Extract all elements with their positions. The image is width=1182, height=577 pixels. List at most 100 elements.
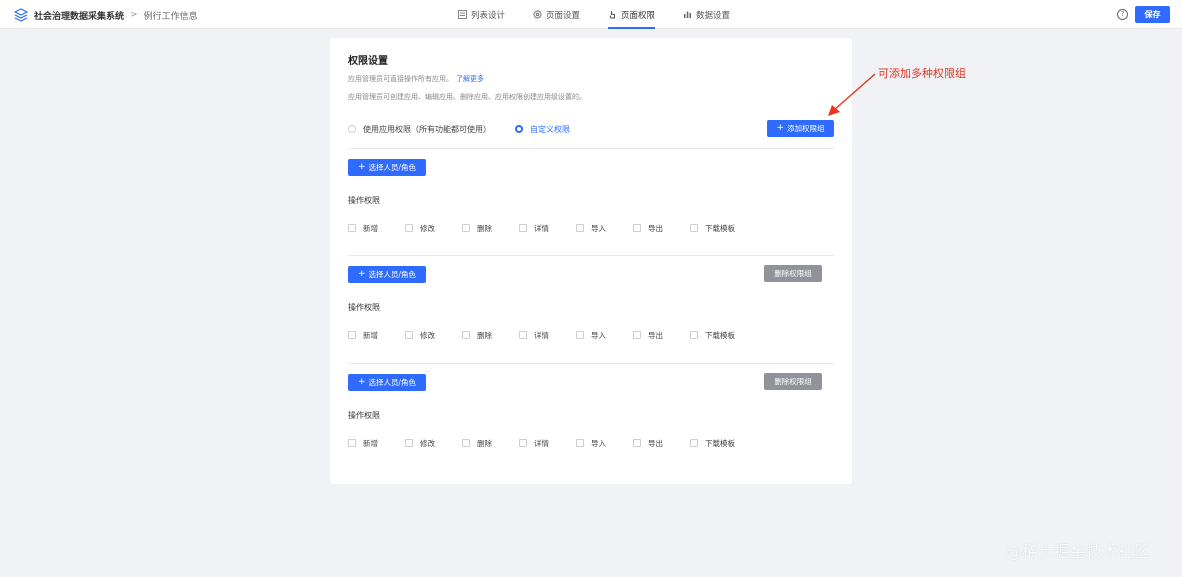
checkbox-edit[interactable]: 修改 xyxy=(405,438,462,449)
operation-permission-title: 操作权限 xyxy=(348,196,380,205)
select-member-role-button[interactable]: + 选择人员/角色 xyxy=(348,159,426,176)
checkbox-delete[interactable]: 删除 xyxy=(462,330,519,341)
checkbox-edit[interactable]: 修改 xyxy=(405,330,462,341)
select-member-role-button[interactable]: + 选择人员/角色 xyxy=(348,266,426,283)
checkbox-import[interactable]: 导入 xyxy=(576,330,633,341)
breadcrumb-separator: > xyxy=(130,10,138,20)
checkbox-label: 下载模板 xyxy=(705,438,735,448)
checkbox-detail[interactable]: 详情 xyxy=(519,223,576,234)
checkbox-label: 修改 xyxy=(420,223,435,233)
delete-permission-group-button[interactable]: 删除权限组 xyxy=(764,265,822,282)
save-button[interactable]: 保存 xyxy=(1135,6,1170,23)
checkbox[interactable] xyxy=(576,331,584,339)
delete-permission-group-button[interactable]: 删除权限组 xyxy=(764,373,822,390)
checkbox-detail[interactable]: 详情 xyxy=(519,438,576,449)
annotation-arrow-icon xyxy=(828,73,876,116)
checkbox[interactable] xyxy=(348,224,356,232)
checkbox-add[interactable]: 新增 xyxy=(348,330,405,341)
checkbox-label: 下载模板 xyxy=(705,330,735,340)
gear-icon xyxy=(533,10,542,19)
checkbox-delete[interactable]: 删除 xyxy=(462,438,519,449)
bar-chart-icon xyxy=(684,11,692,18)
select-member-role-button[interactable]: + 选择人员/角色 xyxy=(348,374,426,391)
breadcrumb-current: 例行工作信息 xyxy=(143,11,198,22)
checkbox-add[interactable]: 新增 xyxy=(348,438,405,449)
plus-icon: + xyxy=(357,269,366,279)
button-label: 添加权限组 xyxy=(787,124,825,133)
nav-tabs: 列表设计 页面设置 页面权限 数据设置 xyxy=(458,0,758,29)
checkbox-export[interactable]: 导出 xyxy=(633,330,690,341)
checkbox-label: 新增 xyxy=(363,330,378,340)
radio-custom-permission[interactable]: 自定义权限 xyxy=(515,124,570,135)
tab-page-settings[interactable]: 页面设置 xyxy=(533,0,580,29)
tab-page-permission[interactable]: 页面权限 xyxy=(608,0,656,29)
button-label: 选择人员/角色 xyxy=(368,270,417,279)
radio-circle-checked[interactable] xyxy=(515,125,523,133)
radio-label: 使用应用权限（所有功能都可使用） xyxy=(363,124,491,134)
brand[interactable]: 社会治理数据采集系统 > 例行工作信息 xyxy=(14,7,198,23)
app-title: 社会治理数据采集系统 xyxy=(34,11,125,22)
checkbox-label: 删除 xyxy=(477,330,492,340)
divider xyxy=(348,255,834,256)
plus-icon: + xyxy=(776,123,785,133)
page-title: 权限设置 xyxy=(348,56,388,67)
checkbox-edit[interactable]: 修改 xyxy=(405,223,462,234)
tab-label: 数据设置 xyxy=(696,10,731,21)
checkbox-download-template[interactable]: 下载模板 xyxy=(690,438,747,449)
checkbox-label: 详情 xyxy=(534,438,549,448)
checkbox-import[interactable]: 导入 xyxy=(576,438,633,449)
layers-icon xyxy=(14,8,28,22)
checkbox[interactable] xyxy=(348,331,356,339)
checkbox[interactable] xyxy=(690,224,698,232)
checkbox[interactable] xyxy=(690,439,698,447)
radio-circle[interactable] xyxy=(348,125,356,133)
checkbox[interactable] xyxy=(576,439,584,447)
checkbox[interactable] xyxy=(633,439,641,447)
checkbox-label: 导出 xyxy=(648,223,663,233)
checkbox-label: 修改 xyxy=(420,438,435,448)
learn-more-link[interactable]: 了解更多 xyxy=(456,75,484,83)
checkbox-download-template[interactable]: 下载模板 xyxy=(690,330,747,341)
checkbox[interactable] xyxy=(633,331,641,339)
checkbox-export[interactable]: 导出 xyxy=(633,223,690,234)
checkbox[interactable] xyxy=(405,439,413,447)
checkbox[interactable] xyxy=(405,224,413,232)
checkbox[interactable] xyxy=(576,224,584,232)
tab-list-design[interactable]: 列表设计 xyxy=(458,0,505,29)
checkbox[interactable] xyxy=(633,224,641,232)
checkbox-detail[interactable]: 详情 xyxy=(519,330,576,341)
help-icon[interactable]: ? xyxy=(1117,9,1128,20)
plus-icon: + xyxy=(357,377,366,387)
checkbox-import[interactable]: 导入 xyxy=(576,223,633,234)
checkbox[interactable] xyxy=(348,439,356,447)
divider xyxy=(348,148,834,149)
radio-app-permission[interactable]: 使用应用权限（所有功能都可使用） xyxy=(348,124,491,135)
checkbox[interactable] xyxy=(462,224,470,232)
annotation-text: 可添加多种权限组 xyxy=(878,67,966,80)
radio-label: 自定义权限 xyxy=(530,124,570,134)
checkbox-label: 详情 xyxy=(534,330,549,340)
checkbox-label: 下载模板 xyxy=(705,223,735,233)
operation-checkbox-row: 新增 修改 删除 详情 导入 导出 下载模板 xyxy=(348,438,747,448)
checkbox[interactable] xyxy=(462,439,470,447)
checkbox-delete[interactable]: 删除 xyxy=(462,223,519,234)
checkbox-label: 新增 xyxy=(363,438,378,448)
checkbox[interactable] xyxy=(462,331,470,339)
checkbox[interactable] xyxy=(405,331,413,339)
checkbox-export[interactable]: 导出 xyxy=(633,438,690,449)
checkbox[interactable] xyxy=(690,331,698,339)
top-bar: 社会治理数据采集系统 > 例行工作信息 列表设计 页面设置 页面权限 数据设置 … xyxy=(0,0,1182,29)
plus-icon: + xyxy=(357,162,366,172)
tab-label: 页面权限 xyxy=(621,10,656,21)
description-permissions: 应用管理员可创建应用、编辑应用、删除应用、应用权限创建应用级设置的。 xyxy=(348,93,586,101)
checkbox-label: 导入 xyxy=(591,330,606,340)
checkbox[interactable] xyxy=(519,331,527,339)
button-label: 选择人员/角色 xyxy=(368,378,417,387)
operation-checkbox-row: 新增 修改 删除 详情 导入 导出 下载模板 xyxy=(348,223,747,233)
add-permission-group-button[interactable]: + 添加权限组 xyxy=(767,120,834,137)
checkbox[interactable] xyxy=(519,224,527,232)
checkbox[interactable] xyxy=(519,439,527,447)
tab-data-settings[interactable]: 数据设置 xyxy=(683,0,730,29)
checkbox-download-template[interactable]: 下载模板 xyxy=(690,223,747,234)
checkbox-add[interactable]: 新增 xyxy=(348,223,405,234)
